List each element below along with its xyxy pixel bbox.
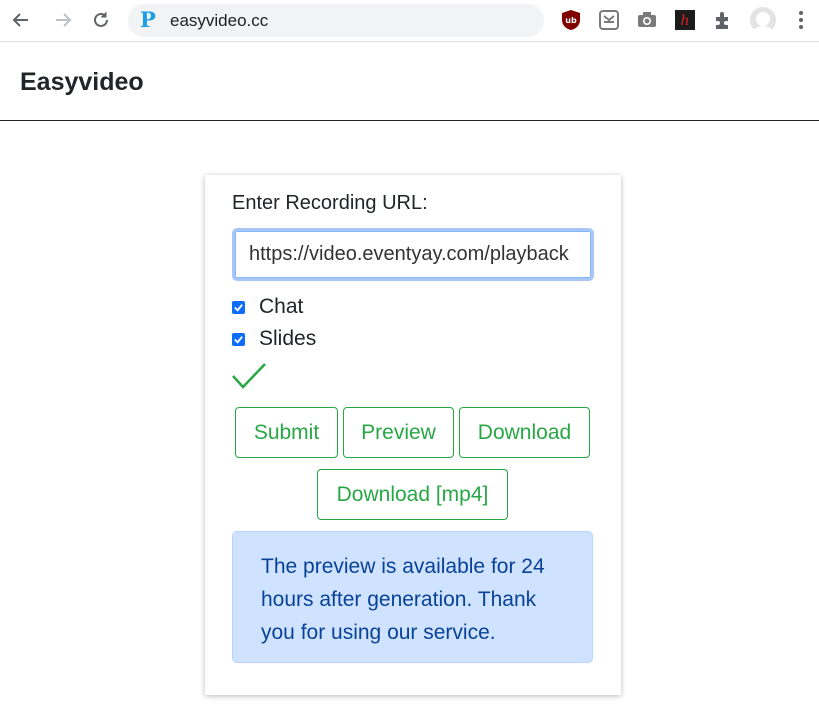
- shield-extension-icon[interactable]: [598, 9, 620, 31]
- preview-notice: The preview is available for 24 hours af…: [232, 531, 593, 663]
- address-url[interactable]: easyvideo.cc: [170, 11, 268, 31]
- recording-form-card: Enter Recording URL: Chat Slides Submit …: [205, 175, 621, 695]
- slides-option[interactable]: Slides: [232, 326, 316, 352]
- site-favicon-icon: P: [140, 7, 156, 32]
- submit-button[interactable]: Submit: [235, 407, 338, 458]
- profile-avatar-icon[interactable]: [750, 7, 776, 33]
- checkmark-success-icon: [232, 363, 266, 389]
- ublock-icon[interactable]: ub: [560, 9, 582, 31]
- svg-text:ub: ub: [565, 16, 577, 25]
- h-extension-icon[interactable]: h: [674, 9, 696, 31]
- chat-checkbox[interactable]: [232, 300, 245, 314]
- download-mp4-button[interactable]: Download [mp4]: [317, 469, 508, 520]
- reload-icon[interactable]: [88, 7, 114, 33]
- back-icon[interactable]: [8, 7, 34, 33]
- preview-button[interactable]: Preview: [343, 407, 454, 458]
- svg-text:h: h: [680, 13, 689, 29]
- slides-checkbox[interactable]: [232, 332, 245, 346]
- extensions-puzzle-icon[interactable]: [712, 9, 734, 31]
- browser-toolbar: P easyvideo.cc ub h: [0, 0, 819, 42]
- chat-option[interactable]: Chat: [232, 294, 303, 320]
- chat-label: Chat: [259, 295, 304, 318]
- forward-icon[interactable]: [50, 7, 76, 33]
- camera-extension-icon[interactable]: [636, 9, 658, 31]
- download-button[interactable]: Download: [459, 407, 590, 458]
- recording-url-input[interactable]: [232, 228, 594, 281]
- app-header: Easyvideo: [0, 43, 819, 121]
- menu-dots-icon[interactable]: [790, 9, 812, 31]
- recording-url-label: Enter Recording URL:: [232, 192, 428, 214]
- slides-label: Slides: [259, 327, 317, 350]
- brand-title[interactable]: Easyvideo: [20, 67, 144, 97]
- address-bar[interactable]: P easyvideo.cc: [128, 4, 544, 37]
